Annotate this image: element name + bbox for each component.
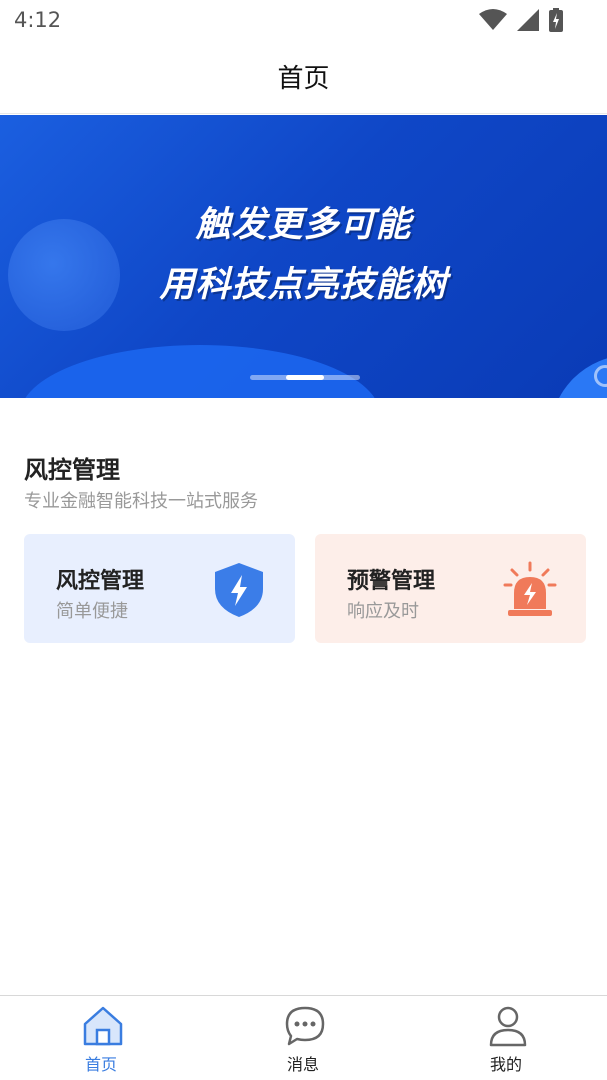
wifi-icon <box>479 9 507 30</box>
status-bar: 4:12 <box>0 0 607 40</box>
user-icon <box>489 1006 527 1047</box>
cellular-signal-icon <box>517 9 539 31</box>
banner-decoration <box>20 345 380 398</box>
battery-charging-icon <box>549 8 563 32</box>
home-icon <box>83 1006 123 1046</box>
title-bar: 首页 <box>0 40 607 114</box>
card-subtitle: 简单便捷 <box>56 601 128 622</box>
page-title: 首页 <box>277 64 330 94</box>
section-title: 风控管理 <box>24 456 120 484</box>
nav-label: 我的 <box>489 1055 522 1074</box>
risk-management-card[interactable]: 风控管理 简单便捷 <box>24 534 295 643</box>
banner-headline: 触发更多可能 <box>195 205 412 245</box>
status-icons <box>479 8 563 32</box>
alarm-siren-icon <box>503 561 557 616</box>
carousel-indicator-active <box>286 375 324 380</box>
nav-label: 消息 <box>286 1055 319 1074</box>
section-subtitle: 专业金融智能科技一站式服务 <box>24 491 258 512</box>
card-subtitle: 响应及时 <box>347 601 419 622</box>
nav-item-messages[interactable]: 消息 <box>243 996 363 1080</box>
chat-bubble-icon <box>285 1006 325 1046</box>
nav-label: 首页 <box>84 1055 117 1074</box>
shield-lightning-icon <box>215 563 263 617</box>
nav-item-home[interactable]: 首页 <box>41 996 161 1080</box>
card-title: 预警管理 <box>347 569 436 594</box>
status-time: 4:12 <box>14 8 62 32</box>
alert-management-card[interactable]: 预警管理 响应及时 <box>315 534 586 643</box>
banner-subheadline: 用科技点亮技能树 <box>159 265 448 305</box>
card-title: 风控管理 <box>56 569 145 594</box>
nav-item-profile[interactable]: 我的 <box>446 996 566 1080</box>
bottom-navigation: 首页 消息 我的 <box>0 995 607 1080</box>
